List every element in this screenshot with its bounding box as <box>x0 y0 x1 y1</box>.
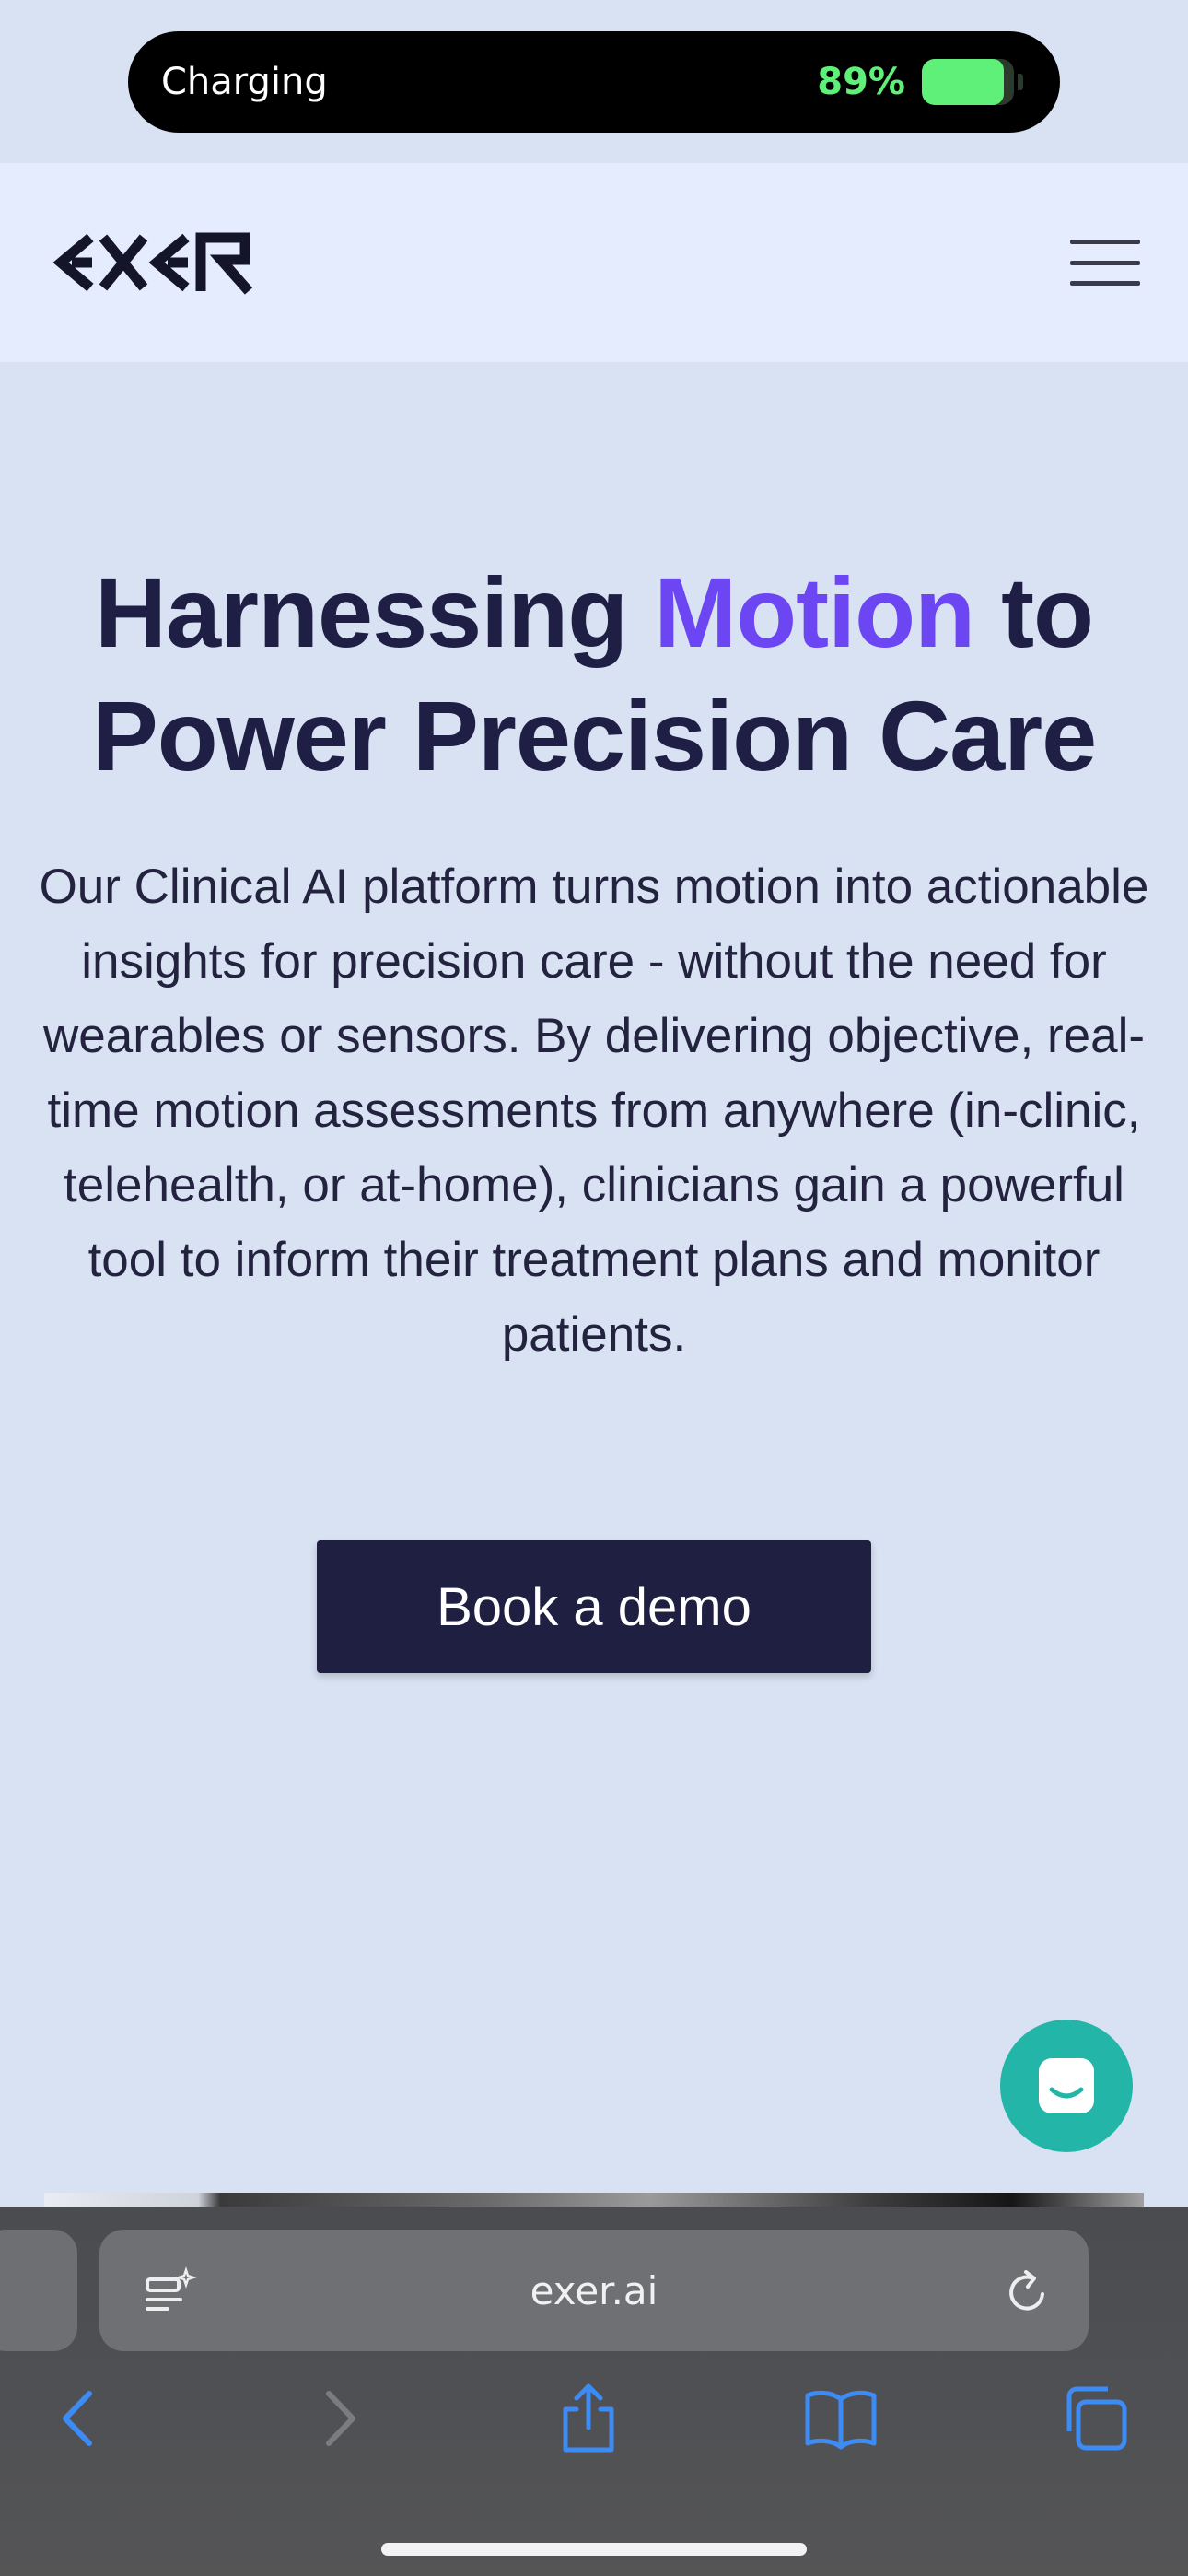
hamburger-menu-icon[interactable] <box>1070 234 1140 291</box>
url-text: exer.ai <box>530 2267 658 2313</box>
chat-bubble-icon <box>1039 2058 1094 2113</box>
battery-percent: 89% <box>817 61 905 103</box>
forward-button[interactable] <box>297 2377 379 2460</box>
hero-title-part1: Harnessing <box>94 556 655 668</box>
share-icon <box>563 2383 614 2453</box>
bookmarks-button[interactable] <box>799 2377 882 2460</box>
hero-description: Our Clinical AI platform turns motion in… <box>39 860 1149 1362</box>
share-button[interactable] <box>547 2377 630 2460</box>
bookmarks-icon <box>805 2390 877 2450</box>
back-button[interactable] <box>39 2377 122 2460</box>
tabs-button[interactable] <box>1054 2377 1136 2460</box>
book-demo-button[interactable]: Book a demo <box>317 1540 871 1673</box>
battery-icon <box>922 59 1014 105</box>
exer-logo-icon[interactable] <box>48 230 256 295</box>
site-header <box>0 163 1188 362</box>
chat-launcher-button[interactable] <box>1000 2020 1133 2152</box>
page-menu-icon[interactable] <box>144 2266 199 2318</box>
charging-status-pill: Charging 89% <box>128 31 1060 133</box>
hero-title-accent: Motion <box>654 556 975 668</box>
browser-bottom-toolbar <box>0 2377 1188 2469</box>
battery-cap <box>1018 74 1023 90</box>
reload-icon[interactable] <box>1002 2266 1054 2318</box>
address-bar[interactable]: exer.ai <box>99 2230 1089 2351</box>
back-icon <box>63 2391 92 2446</box>
battery-indicator: 89% <box>817 59 1023 105</box>
tabs-icon <box>1066 2386 1127 2451</box>
forward-icon <box>326 2391 355 2446</box>
charging-label: Charging <box>161 61 328 103</box>
hero-title: Harnessing Motion to Power Precision Car… <box>37 551 1151 798</box>
previous-tab-preview[interactable] <box>0 2230 77 2351</box>
home-indicator[interactable] <box>381 2543 807 2556</box>
